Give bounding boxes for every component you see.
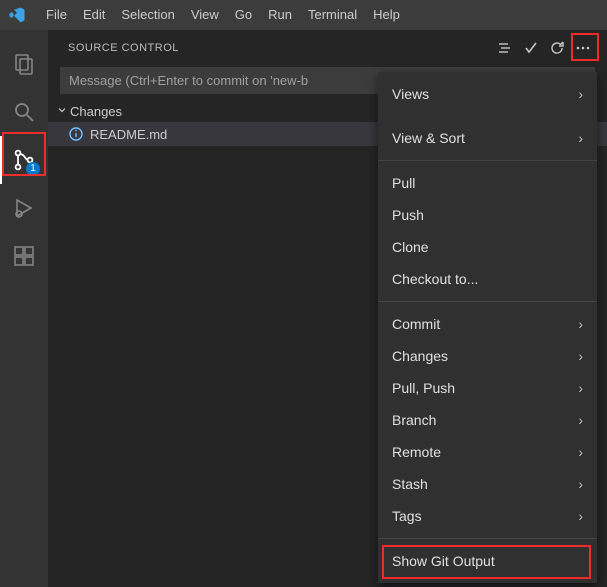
view-as-tree-icon[interactable] [493, 36, 517, 60]
explorer-icon[interactable] [0, 40, 48, 88]
menu-run[interactable]: Run [260, 0, 300, 30]
chevron-right-icon: › [578, 316, 583, 332]
refresh-icon[interactable] [545, 36, 569, 60]
info-file-icon [68, 126, 84, 142]
chevron-down-icon [54, 104, 70, 119]
menu-stash[interactable]: Stash› [378, 468, 597, 500]
chevron-right-icon: › [578, 86, 583, 102]
changes-label: Changes [70, 104, 122, 119]
menu-separator [378, 538, 597, 539]
menu-view[interactable]: View [183, 0, 227, 30]
menu-push[interactable]: Push [378, 199, 597, 231]
menu-separator [378, 160, 597, 161]
extensions-icon[interactable] [0, 232, 48, 280]
menubar: File Edit Selection View Go Run Terminal… [0, 0, 607, 30]
menu-show-git-output[interactable]: Show Git Output [378, 545, 597, 577]
search-icon[interactable] [0, 88, 48, 136]
menu-help[interactable]: Help [365, 0, 408, 30]
panel-title: SOURCE CONTROL [68, 42, 493, 54]
menu-pull[interactable]: Pull [378, 167, 597, 199]
panel-header: SOURCE CONTROL [48, 30, 607, 65]
menu-remote[interactable]: Remote› [378, 436, 597, 468]
chevron-right-icon: › [578, 444, 583, 460]
menu-changes[interactable]: Changes› [378, 340, 597, 372]
run-debug-icon[interactable] [0, 184, 48, 232]
menu-commit[interactable]: Commit› [378, 308, 597, 340]
menu-views[interactable]: Views› [378, 78, 597, 110]
chevron-right-icon: › [578, 412, 583, 428]
scm-more-actions-menu: Views› View & Sort› Pull Push Clone Chec… [378, 72, 597, 583]
menu-terminal[interactable]: Terminal [300, 0, 365, 30]
menu-branch[interactable]: Branch› [378, 404, 597, 436]
menu-file[interactable]: File [38, 0, 75, 30]
scm-badge: 1 [26, 162, 40, 176]
commit-icon[interactable] [519, 36, 543, 60]
menu-checkout-to[interactable]: Checkout to... [378, 263, 597, 295]
menu-edit[interactable]: Edit [75, 0, 113, 30]
more-actions-icon[interactable] [571, 36, 595, 60]
chevron-right-icon: › [578, 476, 583, 492]
menu-tags[interactable]: Tags› [378, 500, 597, 532]
menu-view-sort[interactable]: View & Sort› [378, 122, 597, 154]
chevron-right-icon: › [578, 508, 583, 524]
vscode-logo-icon [8, 6, 26, 24]
menu-go[interactable]: Go [227, 0, 260, 30]
chevron-right-icon: › [578, 380, 583, 396]
menu-clone[interactable]: Clone [378, 231, 597, 263]
menu-pull-push[interactable]: Pull, Push› [378, 372, 597, 404]
activity-bar: 1 [0, 30, 48, 587]
chevron-right-icon: › [578, 130, 583, 146]
menu-selection[interactable]: Selection [113, 0, 182, 30]
chevron-right-icon: › [578, 348, 583, 364]
menu-separator [378, 301, 597, 302]
source-control-icon[interactable]: 1 [0, 136, 48, 184]
